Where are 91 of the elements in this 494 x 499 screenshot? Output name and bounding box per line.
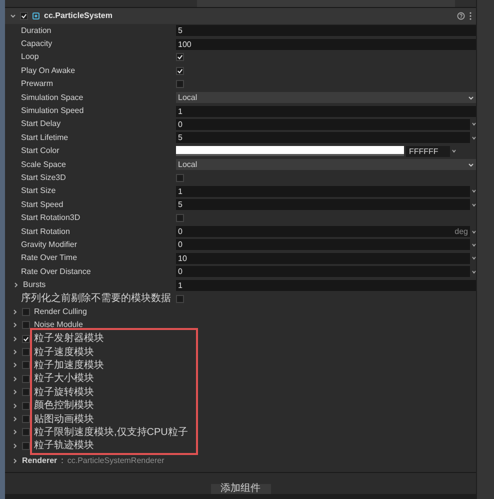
property-label: Start Color <box>20 147 60 156</box>
property-label: Start Size3D <box>20 174 66 182</box>
property-label: Rate Over Time <box>20 254 78 262</box>
separator-colon: : <box>61 455 64 468</box>
property-label: Capacity <box>20 40 52 48</box>
curve-menu-icon[interactable] <box>452 148 456 154</box>
number-field[interactable]: 0 <box>176 239 470 250</box>
property-label: Start Lifetime <box>20 134 68 142</box>
module-label: 粒子轨迹模块 <box>34 438 94 454</box>
dropdown[interactable]: Local <box>176 92 476 104</box>
property-label: Loop <box>20 53 39 62</box>
module-label: 粒子发射器模块 <box>34 332 104 346</box>
module-label: 粒子大小模块 <box>34 372 94 386</box>
checkbox[interactable] <box>22 442 30 450</box>
expand-icon[interactable] <box>12 402 18 409</box>
number-field[interactable]: 1 <box>176 186 470 197</box>
expand-icon[interactable] <box>12 389 18 396</box>
expand-icon[interactable] <box>12 376 18 382</box>
property-label: Start Size <box>20 187 56 196</box>
number-field[interactable]: 5 <box>176 25 476 36</box>
expand-icon[interactable] <box>12 429 18 436</box>
checkbox[interactable] <box>22 388 30 396</box>
checkbox[interactable] <box>22 348 30 356</box>
property-label: Start Rotation3D <box>20 214 80 222</box>
renderer-label: Renderer <box>22 455 58 468</box>
checkbox[interactable] <box>176 174 184 182</box>
property-label: Start Speed <box>20 200 64 209</box>
expand-icon[interactable] <box>12 336 18 342</box>
module-label: 粒子速度模块 <box>34 346 94 360</box>
number-field[interactable]: 1 <box>176 106 476 117</box>
particle-icon <box>32 12 40 20</box>
number-field[interactable]: 5 <box>176 132 470 144</box>
module-label: 粒子限制速度模块,仅支持CPU粒子 <box>34 426 188 440</box>
checkbox[interactable] <box>176 214 184 222</box>
dropdown-caret-icon <box>468 162 474 168</box>
module-label: Noise Module <box>34 319 83 332</box>
property-label: Start Rotation <box>20 228 70 236</box>
checkbox[interactable] <box>176 53 184 62</box>
checkbox[interactable] <box>176 80 184 88</box>
color-swatch[interactable] <box>176 146 404 156</box>
number-field[interactable]: 0 <box>176 266 470 278</box>
checkbox[interactable] <box>20 12 28 20</box>
number-field[interactable]: 10 <box>176 252 470 264</box>
checkbox[interactable] <box>22 428 30 436</box>
checkbox[interactable] <box>22 308 30 316</box>
property-label: Simulation Space <box>20 94 84 102</box>
expand-icon[interactable] <box>13 282 19 288</box>
number-field[interactable]: 0 deg <box>176 226 470 238</box>
expand-icon[interactable] <box>12 458 18 464</box>
property-label: Bursts <box>22 281 46 290</box>
checkbox[interactable] <box>22 374 30 383</box>
module-label: 粒子加速度模块 <box>34 358 104 372</box>
number-field[interactable]: 5 <box>176 199 470 210</box>
property-label: Play On Awake <box>20 66 76 75</box>
expand-icon[interactable] <box>12 362 18 368</box>
module-label: 粒子旋转模块 <box>34 386 94 400</box>
checkbox[interactable] <box>176 66 184 75</box>
expand-icon[interactable] <box>12 416 18 422</box>
renderer-type: cc.ParticleSystemRenderer <box>67 455 164 468</box>
checkbox[interactable] <box>22 415 30 424</box>
expand-icon[interactable] <box>12 442 18 449</box>
help-icon[interactable] <box>457 12 465 20</box>
more-icon[interactable] <box>469 12 472 20</box>
property-label: Duration <box>20 26 52 35</box>
number-field[interactable]: 1 <box>176 280 476 291</box>
module-label: Render Culling <box>34 306 87 318</box>
property-label: Scale Space <box>20 160 66 169</box>
property-label: 序列化之前剔除不需要的模块数据 <box>20 294 171 304</box>
checkbox[interactable] <box>22 321 30 330</box>
collapse-icon[interactable] <box>10 13 16 19</box>
hex-field[interactable]: FFFFFF <box>406 146 450 157</box>
add-component-button[interactable]: 添加组件 <box>210 484 270 494</box>
number-field[interactable]: 0 <box>176 118 470 130</box>
checkbox[interactable] <box>176 294 184 302</box>
expand-icon[interactable] <box>12 308 18 315</box>
module-label: 颜色控制模块 <box>34 398 94 414</box>
property-label: Simulation Speed <box>20 107 84 116</box>
component-title: cc.ParticleSystem <box>44 10 114 22</box>
checkbox[interactable] <box>22 334 30 343</box>
dropdown[interactable]: Local <box>176 159 476 170</box>
property-label: Rate Over Distance <box>20 268 91 276</box>
number-field[interactable]: 100 <box>176 38 476 50</box>
expand-icon[interactable] <box>12 349 18 356</box>
expand-icon[interactable] <box>12 322 18 328</box>
checkbox[interactable] <box>22 361 30 370</box>
checkbox[interactable] <box>22 402 30 410</box>
property-label: Gravity Modifier <box>20 240 78 249</box>
property-label: Start Delay <box>20 120 61 128</box>
module-label: 贴图动画模块 <box>34 412 94 426</box>
dropdown-caret-icon <box>468 94 474 101</box>
property-label: Prewarm <box>20 80 54 88</box>
